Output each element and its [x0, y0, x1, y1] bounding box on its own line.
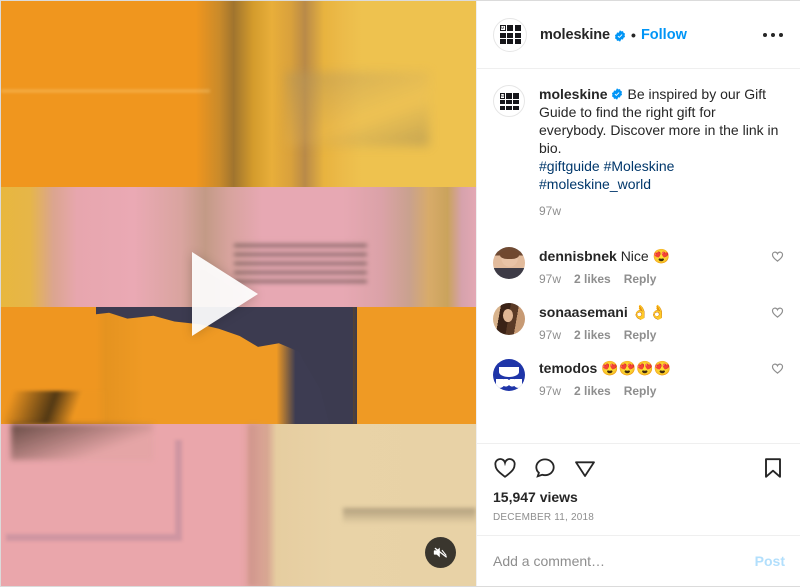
caption-avatar[interactable]: M — [493, 85, 525, 117]
caption-text-block: moleskine Be inspired by our Gift Guide … — [539, 85, 785, 193]
post-date: DECEMBER 11, 2018 — [493, 512, 595, 523]
moleskine-logo-icon: M — [499, 92, 519, 110]
post-header: M moleskine • Follow — [477, 1, 800, 69]
header-separator: • — [631, 26, 636, 43]
comment-meta: 97w 2 likes Reply — [539, 384, 763, 398]
instagram-post: M moleskine • Follow M moleskine Be insp… — [0, 0, 800, 587]
heart-outline-icon[interactable] — [771, 303, 785, 319]
comment-reply-button[interactable]: Reply — [624, 272, 657, 286]
commenter-avatar[interactable] — [493, 303, 525, 335]
heart-outline-icon[interactable] — [493, 456, 517, 480]
comment-item: sonaasemani 👌👌 97w 2 likes Reply — [493, 303, 785, 342]
comment-time: 97w — [539, 384, 562, 398]
comments-scroll-area[interactable]: M moleskine Be inspired by our Gift Guid… — [477, 69, 800, 443]
avatar[interactable]: M — [493, 17, 527, 52]
comment-meta: 97w 2 likes Reply — [539, 328, 763, 342]
commenter-username[interactable]: dennisbnek — [539, 248, 617, 264]
post-caption: M moleskine Be inspired by our Gift Guid… — [493, 85, 785, 218]
share-paper-plane-icon[interactable] — [573, 456, 597, 480]
moleskine-logo-icon: M — [499, 25, 521, 44]
comment-reply-button[interactable]: Reply — [624, 328, 657, 342]
comment-meta: 97w 2 likes Reply — [539, 272, 763, 286]
comment-item: dennisbnek Nice 😍 97w 2 likes Reply — [493, 247, 785, 286]
comment-likes[interactable]: 2 likes — [574, 384, 611, 398]
comment-text: 😍😍😍😍 — [601, 360, 671, 376]
comment-reply-button[interactable]: Reply — [624, 384, 657, 398]
verified-badge-icon — [614, 29, 626, 42]
caption-timestamp: 97w — [539, 204, 562, 218]
more-options-icon[interactable] — [761, 27, 785, 43]
heart-outline-icon[interactable] — [771, 247, 785, 263]
action-icon-row — [493, 456, 785, 480]
post-media-video[interactable] — [1, 1, 476, 586]
comment-bubble-icon[interactable] — [533, 456, 557, 480]
post-comment-button[interactable]: Post — [745, 553, 785, 569]
play-button-icon[interactable] — [191, 251, 258, 336]
commenter-avatar[interactable] — [493, 359, 525, 391]
commenter-avatar[interactable] — [493, 247, 525, 279]
post-author-username[interactable]: moleskine — [540, 27, 610, 43]
comment-time: 97w — [539, 272, 562, 286]
caption-hashtags[interactable]: #giftguide #Moleskine #moleskine_world — [539, 158, 674, 192]
bookmark-outline-icon[interactable] — [761, 456, 785, 480]
comment-text: Nice 😍 — [620, 248, 671, 264]
comment-text: 👌👌 — [631, 304, 667, 320]
comment-likes[interactable]: 2 likes — [574, 272, 611, 286]
post-sidebar: M moleskine • Follow M moleskine Be insp… — [476, 1, 800, 586]
video-play-overlay[interactable] — [1, 1, 476, 586]
add-comment-bar: Post — [477, 535, 800, 586]
heart-outline-icon[interactable] — [771, 359, 785, 375]
commenter-username[interactable]: temodos — [539, 360, 597, 376]
comment-time: 97w — [539, 328, 562, 342]
commenter-username[interactable]: sonaasemani — [539, 304, 628, 320]
post-actions: 15,947 views DECEMBER 11, 2018 — [477, 443, 800, 535]
follow-button[interactable]: Follow — [641, 27, 687, 43]
comment-input[interactable] — [493, 553, 745, 569]
comment-likes[interactable]: 2 likes — [574, 328, 611, 342]
verified-badge-icon — [611, 86, 623, 100]
comment-item: temodos 😍😍😍😍 97w 2 likes Reply — [493, 359, 785, 398]
mute-audio-icon[interactable] — [425, 537, 456, 568]
view-count: 15,947 views — [493, 489, 578, 505]
caption-username[interactable]: moleskine — [539, 86, 607, 102]
